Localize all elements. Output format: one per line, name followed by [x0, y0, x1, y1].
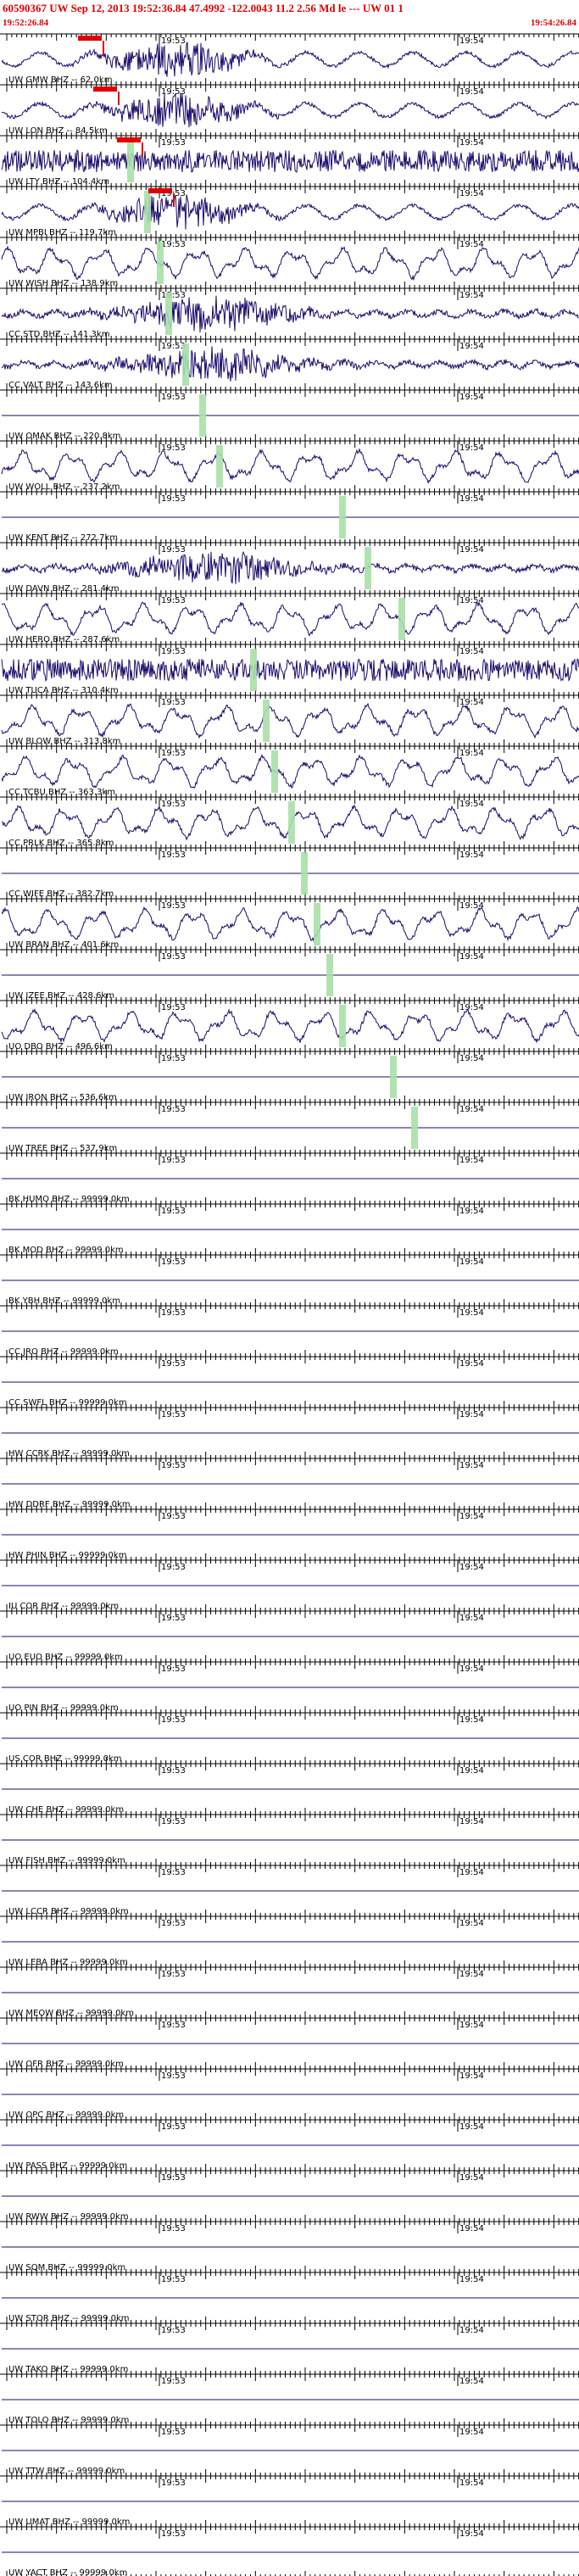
station-label: CC WIFE BHZ -- 382.7km	[8, 889, 114, 899]
minute-label: 19:54	[459, 850, 484, 860]
seismogram-panel: 19:53 19:54 UW GMW BHZ -- 62.0km 19:53 19:54…	[0, 33, 579, 2576]
station-label: UW LTY BHZ -- 104.4km	[8, 177, 109, 187]
waveform-trace	[1, 702, 579, 739]
minute-label: 19:54	[459, 342, 484, 351]
waveform-trace	[1, 148, 579, 174]
station-label: UW HERO BHZ -- 287.6km	[8, 635, 120, 644]
minute-label: 19:54	[459, 189, 484, 198]
waveform-trace	[1, 194, 579, 230]
waveform-trace	[1, 448, 579, 484]
waveform-trace	[1, 295, 579, 333]
minute-label: 19:54	[459, 393, 484, 402]
station-label: CC PRLK BHZ -- 365.8km	[8, 839, 114, 848]
station-label: UW TUCA BHZ -- 310.4km	[8, 686, 119, 695]
waveform-trace	[1, 245, 579, 282]
minute-label: 19:54	[459, 36, 484, 46]
minute-label: 19:53	[161, 393, 186, 402]
station-label: UW MPBI BHZ -- 119.7km	[8, 228, 116, 237]
minute-label: 19:53	[161, 850, 186, 860]
minute-label: 19:53	[161, 240, 186, 249]
station-label: UW WOLL BHZ -- 237.2km	[8, 482, 120, 492]
station-label: UO DBO BHZ -- 496.6km	[8, 1042, 113, 1051]
waveform-trace	[1, 658, 579, 683]
minute-label: 19:54	[459, 87, 484, 97]
minute-label: 19:53	[161, 138, 186, 148]
minute-label: 19:53	[161, 698, 186, 707]
minute-label: 19:53	[161, 36, 186, 46]
waveform-trace	[1, 906, 579, 943]
station-label: CC STD BHZ -- 141.3km	[8, 330, 109, 339]
station-label: CC TCBU BHZ -- 363.3km	[8, 788, 115, 797]
minute-label: 19:53	[161, 342, 186, 351]
station-label: UW KENT BHZ -- 272.7km	[8, 533, 118, 543]
minute-label: 19:53	[161, 749, 186, 758]
minute-label: 19:54	[459, 291, 484, 300]
waveform-trace	[1, 600, 579, 637]
minute-label: 19:53	[161, 952, 186, 962]
minute-label: 19:54	[459, 1003, 484, 1012]
station-label: UW IZEE BHZ -- 428.6km	[8, 991, 114, 1001]
minute-label: 19:53	[161, 800, 186, 809]
waveform-trace	[1, 1007, 579, 1044]
minute-label: 19:54	[459, 749, 484, 758]
minute-label: 19:54	[459, 443, 484, 453]
waveform-trace	[1, 42, 579, 77]
minute-label: 19:54	[459, 647, 484, 656]
station-label: CC VALT BHZ -- 143.6km	[8, 381, 113, 390]
minute-label: 19:54	[459, 138, 484, 148]
minute-label: 19:53	[161, 596, 186, 605]
minute-label: 19:53	[161, 901, 186, 911]
minute-label: 19:53	[161, 647, 186, 656]
waveform-trace	[1, 346, 579, 382]
station-label: UW BRAN BHZ -- 401.6km	[8, 940, 119, 950]
minute-label: 19:54	[459, 545, 484, 555]
minute-label: 19:54	[459, 240, 484, 249]
station-label: UW GMW BHZ -- 62.0km	[8, 75, 112, 85]
station-label: UW OMAK BHZ -- 220.8km	[8, 432, 120, 441]
waveform-trace	[1, 92, 579, 128]
minute-label: 19:54	[459, 800, 484, 809]
minute-label: 19:53	[161, 494, 186, 504]
minute-label: 19:53	[161, 1003, 186, 1012]
station-label: UW LON BHZ -- 84.5km	[8, 126, 108, 136]
waveform-trace	[1, 754, 579, 789]
minute-label: 19:54	[459, 596, 484, 605]
station-label: UW BLOW BHZ -- 313.8km	[8, 737, 120, 746]
waveform-trace	[1, 550, 579, 584]
station-label: UW WISH BHZ -- 138.9km	[8, 279, 118, 288]
station-label: UW DAVN BHZ -- 281.4km	[8, 584, 120, 594]
minute-label: 19:53	[161, 291, 186, 300]
minute-label: 19:54	[459, 952, 484, 962]
minute-label: 19:53	[161, 545, 186, 555]
minute-label: 19:54	[459, 494, 484, 504]
